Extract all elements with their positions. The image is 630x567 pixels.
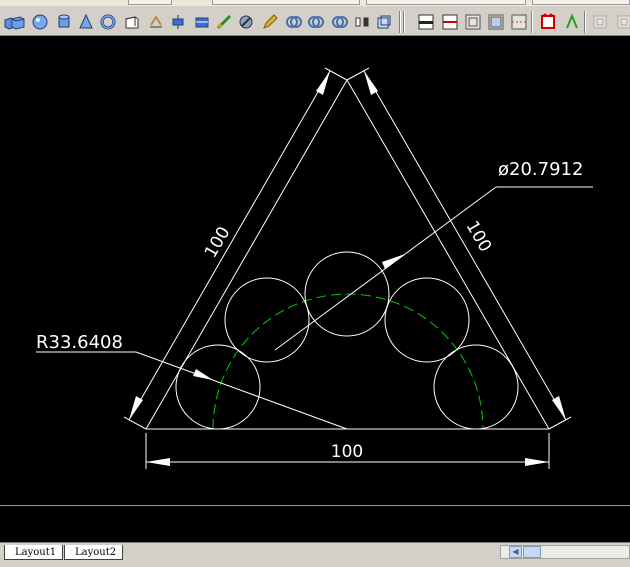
left-side-dimension	[123, 67, 348, 430]
toolbar-tab-fragment	[366, 0, 526, 5]
extrude-icon[interactable]	[146, 12, 166, 32]
wedge-icon[interactable]	[122, 12, 142, 32]
green-text-icon[interactable]	[562, 12, 582, 32]
left-dim-text: 100	[201, 223, 235, 261]
layer-4-icon[interactable]	[486, 12, 506, 32]
right-dim-text: 100	[462, 217, 496, 255]
radius-arrow	[193, 369, 213, 380]
toolbar-separator	[531, 11, 533, 33]
union-icon[interactable]	[284, 12, 304, 32]
scroll-thumb[interactable]	[523, 546, 541, 558]
subtract-icon[interactable]	[306, 12, 326, 32]
radius-leader	[36, 351, 348, 430]
layer-2-icon[interactable]	[440, 12, 460, 32]
section-icon[interactable]	[214, 12, 234, 32]
horizontal-scrollbar[interactable]: ◀	[500, 545, 630, 559]
right-dim-arrow-top	[364, 71, 378, 95]
gray-2-icon	[614, 12, 630, 32]
drawing-canvas[interactable]: 100 100 100 ø20.7912 R33.6408	[0, 37, 630, 505]
layer-1-icon[interactable]	[416, 12, 436, 32]
intersect-icon[interactable]	[330, 12, 350, 32]
circles	[175, 251, 519, 430]
bottom-dim-text: 100	[331, 442, 363, 462]
toolbar-separator	[403, 11, 405, 33]
red-solid-icon[interactable]	[538, 12, 558, 32]
scroll-left-icon[interactable]: ◀	[509, 546, 522, 558]
toolbar-tab-fragment	[128, 0, 172, 5]
revolve-icon[interactable]	[168, 12, 188, 32]
toolbar	[0, 0, 630, 36]
layer-5-icon[interactable]	[509, 12, 529, 32]
tab-layout2[interactable]: Layout2	[64, 545, 124, 560]
wedge-box-icon[interactable]	[8, 12, 28, 32]
circle	[224, 277, 310, 363]
bottom-dim-arrow-left	[146, 458, 170, 466]
slice-icon[interactable]	[192, 12, 212, 32]
torus-icon[interactable]	[98, 12, 118, 32]
toolbar-separator	[584, 11, 586, 33]
triangle-left-side	[145, 79, 348, 430]
command-line-area[interactable]	[0, 505, 630, 542]
left-dim-arrow-top	[316, 71, 330, 95]
gray-1-icon	[590, 12, 610, 32]
left-dim-arrow-bottom	[129, 396, 143, 420]
pencil-icon[interactable]	[260, 12, 280, 32]
drawing-svg: 100 100 100 ø20.7912 R33.6408	[36, 67, 593, 469]
toolbar-tab-fragment	[532, 0, 630, 5]
tab-layout1[interactable]: Layout1	[4, 545, 64, 560]
bottom-dim-arrow-right	[525, 458, 549, 466]
cylinder-icon[interactable]	[54, 12, 74, 32]
layer-3-icon[interactable]	[463, 12, 483, 32]
toolbar-separator	[399, 11, 401, 33]
toolbar-tab-fragment	[212, 0, 360, 5]
solid-edit-icon[interactable]	[374, 12, 394, 32]
toolbar-top-strip	[0, 0, 630, 6]
cone-icon[interactable]	[76, 12, 96, 32]
diameter-text: ø20.7912	[498, 159, 583, 180]
interfere-icon[interactable]	[236, 12, 256, 32]
radius-text: R33.6408	[36, 332, 123, 353]
diameter-arrow	[382, 254, 405, 269]
layout-tab-bar: Layout1 Layout2 ◀	[0, 542, 630, 567]
right-dim-arrow-bottom	[552, 396, 566, 420]
triangle-right-side	[346, 79, 550, 430]
right-side-dimension	[346, 67, 572, 430]
separate-icon[interactable]	[352, 12, 372, 32]
sphere-icon[interactable]	[30, 12, 50, 32]
